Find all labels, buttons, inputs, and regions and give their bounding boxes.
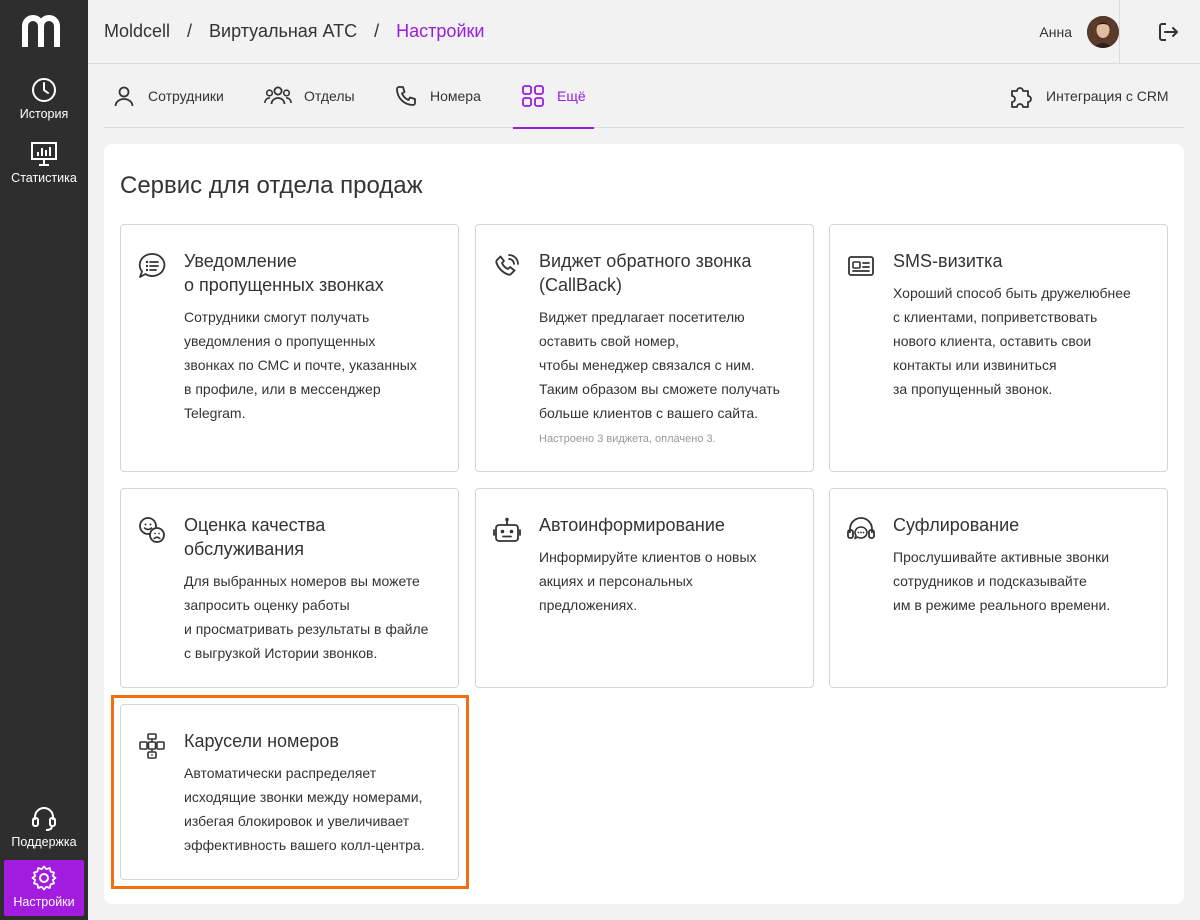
tab-employees[interactable]: Сотрудники <box>112 64 224 128</box>
grid-icon <box>522 85 544 107</box>
settings-tabs: Сотрудники Отделы Номера Ещё Интеграция … <box>104 64 1184 129</box>
card-title: Автоинформирование <box>539 515 725 535</box>
sidebar-item-support[interactable]: Поддержка <box>4 800 84 856</box>
clock-icon <box>32 78 56 102</box>
tab-departments[interactable]: Отделы <box>264 64 355 128</box>
tab-label: Номера <box>430 88 481 104</box>
sidebar-item-label: Настройки <box>13 895 75 909</box>
sidebar-item-label: Статистика <box>11 171 77 185</box>
headset-icon <box>32 807 56 831</box>
users-icon <box>264 86 292 105</box>
tab-crm-integration[interactable]: Интеграция с CRM <box>1008 64 1169 128</box>
breadcrumb-item-company[interactable]: Moldcell <box>104 21 170 42</box>
services-panel: Сервис для отдела продаж Уведомление о п… <box>104 144 1184 904</box>
tab-label: Ещё <box>557 88 586 104</box>
page-title: Сервис для отдела продаж <box>120 172 423 199</box>
avatar[interactable] <box>1087 16 1119 48</box>
card-title: Карусели номеров <box>184 731 339 751</box>
card-number-carousels[interactable]: Карусели номеров Автоматически распредел… <box>120 704 459 880</box>
card-title: Суфлирование <box>893 515 1020 535</box>
sidebar: История Статистика Поддержка Настройки <box>0 0 88 920</box>
breadcrumb: Moldcell / Виртуальная АТС / Настройки <box>104 21 484 42</box>
card-callback-widget[interactable]: Виджет обратного звонка (CallBack) Видже… <box>475 224 814 472</box>
breadcrumb-item-pbx[interactable]: Виртуальная АТС <box>209 21 357 42</box>
sidebar-item-label: История <box>19 107 69 121</box>
robot-icon <box>493 517 521 542</box>
user-icon <box>114 86 134 107</box>
chat-list-icon <box>138 253 166 278</box>
tab-numbers[interactable]: Номера <box>394 64 481 128</box>
tab-label: Сотрудники <box>148 88 224 104</box>
breadcrumb-separator: / <box>374 21 380 41</box>
card-sms-business-card[interactable]: SMS-визитка Хороший способ быть дружелюб… <box>829 224 1168 472</box>
card-description: Хороший способ быть дружелюбнее с клиент… <box>893 285 1131 397</box>
card-title: Оценка качества обслуживания <box>184 515 326 559</box>
card-description: Сотрудники смогут получать уведомления о… <box>184 309 417 421</box>
phone-icon <box>396 86 416 106</box>
card-description: Автоматически распределяет исходящие зво… <box>184 765 425 853</box>
tab-label: Интеграция с CRM <box>1046 88 1169 104</box>
gear-icon <box>31 865 57 891</box>
card-title: Уведомление о пропущенных звонках <box>184 251 384 295</box>
card-service-quality-rating[interactable]: Оценка качества обслуживания Для выбранн… <box>120 488 459 688</box>
breadcrumb-separator: / <box>187 21 193 41</box>
card-description: Информируйте клиентов о новых акциях и п… <box>539 549 757 613</box>
card-whisper-coaching[interactable]: Суфлирование Прослушивайте активные звон… <box>829 488 1168 688</box>
sidebar-item-label: Поддержка <box>11 835 77 849</box>
card-title: SMS-визитка <box>893 251 1003 271</box>
card-title: Виджет обратного звонка (CallBack) <box>539 251 752 295</box>
callback-phone-icon <box>495 254 519 276</box>
puzzle-icon <box>1011 87 1032 108</box>
tab-label: Отделы <box>304 88 355 104</box>
tab-more[interactable]: Ещё <box>513 64 594 129</box>
id-card-icon <box>848 256 874 276</box>
card-description: Для выбранных номеров вы можете запросит… <box>184 573 429 661</box>
header-divider <box>1119 0 1120 64</box>
user-name[interactable]: Анна <box>1039 24 1072 40</box>
card-auto-informing[interactable]: Автоинформирование Информируйте клиентов… <box>475 488 814 688</box>
sidebar-item-statistics[interactable]: Статистика <box>4 136 84 192</box>
top-header: Moldcell / Виртуальная АТС / Настройки А… <box>88 0 1200 64</box>
card-note: Настроено 3 виджета, оплачено 3. <box>539 433 716 445</box>
headset-chat-icon <box>847 517 875 540</box>
card-missed-call-notifications[interactable]: Уведомление о пропущенных звонках Сотруд… <box>120 224 459 472</box>
card-description: Прослушивайте активные звонки сотруднико… <box>893 549 1111 613</box>
sidebar-item-settings[interactable]: Настройки <box>4 860 84 916</box>
sidebar-item-history[interactable]: История <box>4 72 84 128</box>
chart-monitor-icon <box>31 142 57 166</box>
logout-icon[interactable] <box>1156 20 1180 44</box>
smile-sad-icon <box>139 517 165 543</box>
breadcrumb-item-current: Настройки <box>396 21 485 41</box>
moldcell-logo[interactable] <box>22 14 66 50</box>
card-description: Виджет предлагает посетителю оставить св… <box>539 309 780 421</box>
carousel-numbers-icon <box>139 733 165 759</box>
